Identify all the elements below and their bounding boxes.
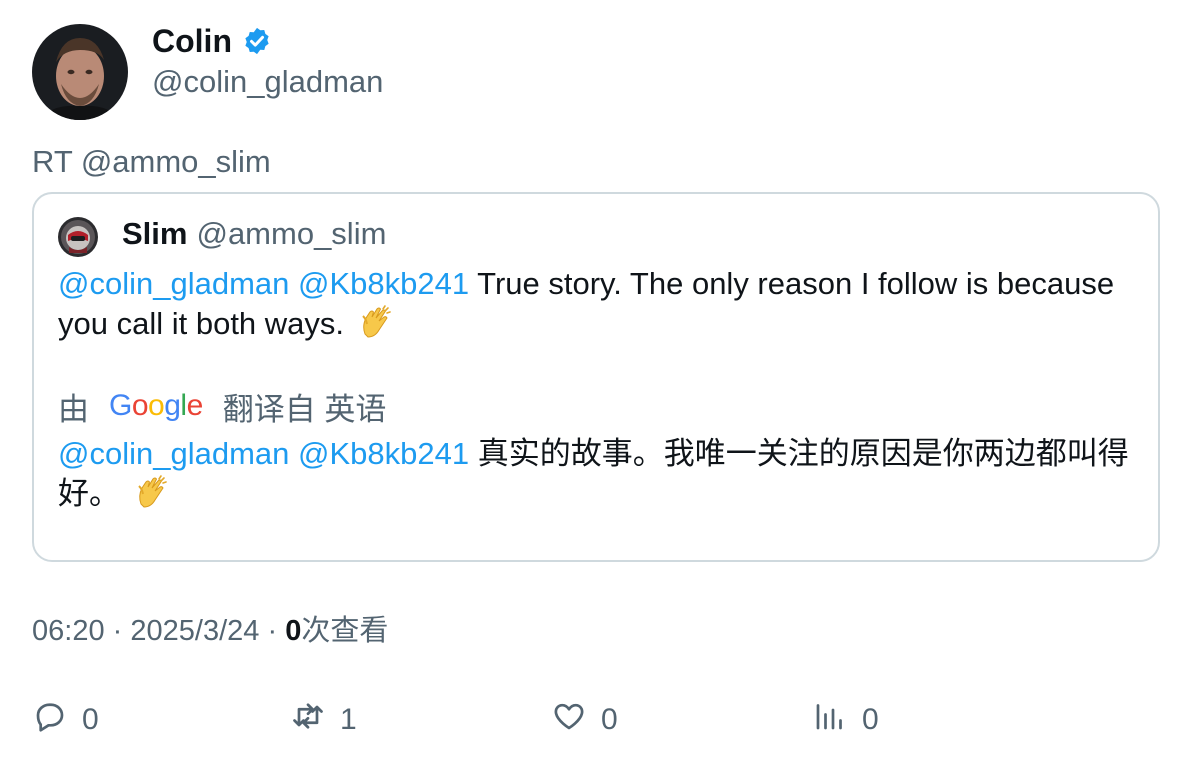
retweet-button[interactable]: 1	[290, 698, 357, 742]
heart-icon	[551, 698, 587, 742]
quoted-author-handle[interactable]: @ammo_slim	[196, 216, 386, 252]
like-count: 0	[601, 703, 618, 736]
quoted-author-header: Slim @ammo_slim	[122, 214, 386, 254]
author-name[interactable]: Colin	[152, 21, 232, 61]
views-action-count: 0	[862, 703, 879, 736]
quoted-tweet-card[interactable]: Slim @ammo_slim @colin_gladman @Kb8kb241…	[32, 192, 1160, 562]
mention-link[interactable]: @Kb8kb241	[298, 266, 469, 301]
author-avatar[interactable]	[32, 24, 128, 120]
translation-source-language: 翻译自 英语	[222, 391, 387, 427]
tweet-date[interactable]: 2025/3/24	[130, 615, 259, 647]
mention-link[interactable]: @colin_gladman	[58, 266, 289, 301]
google-logo: Google	[109, 389, 203, 422]
clapping-hands-icon	[133, 474, 169, 510]
author-name-row[interactable]: Colin	[152, 21, 272, 61]
quoted-author-avatar[interactable]	[58, 217, 98, 257]
author-handle[interactable]: @colin_gladman	[152, 62, 383, 102]
retweet-icon	[290, 698, 326, 742]
views-button[interactable]: 0	[812, 698, 879, 742]
mention-link[interactable]: @colin_gladman	[58, 436, 289, 471]
retweet-label: RT @ammo_slim	[32, 144, 271, 179]
like-button[interactable]: 0	[551, 698, 618, 742]
tweet-action-bar: 0 1 0 0	[32, 698, 1172, 742]
retweet-count: 1	[340, 703, 357, 736]
translation-attribution: 由 Google 翻译自 英语	[58, 386, 387, 427]
analytics-icon	[812, 698, 848, 742]
translated-tweet-text: @colin_gladman @Kb8kb241 真实的故事。我唯一关注的原因是…	[58, 434, 1148, 514]
clapping-hands-icon	[357, 304, 393, 340]
reply-button[interactable]: 0	[32, 698, 99, 742]
separator-dot: ·	[112, 615, 123, 647]
separator-dot: ·	[267, 615, 278, 647]
mention-link[interactable]: @Kb8kb241	[298, 436, 469, 471]
reply-icon	[32, 698, 68, 742]
tweet-time[interactable]: 06:20	[32, 615, 105, 647]
views-count: 0	[285, 615, 302, 647]
reply-count: 0	[82, 703, 99, 736]
quoted-tweet-text: @colin_gladman @Kb8kb241 True story. The…	[58, 264, 1148, 344]
translation-prefix: 由	[58, 391, 89, 427]
views-label: 次查看	[301, 615, 389, 647]
quoted-author-name[interactable]: Slim	[122, 216, 187, 252]
tweet-timestamp-row: 06:20 · 2025/3/24 · 0次查看	[32, 611, 388, 651]
verified-badge-icon	[242, 26, 272, 56]
